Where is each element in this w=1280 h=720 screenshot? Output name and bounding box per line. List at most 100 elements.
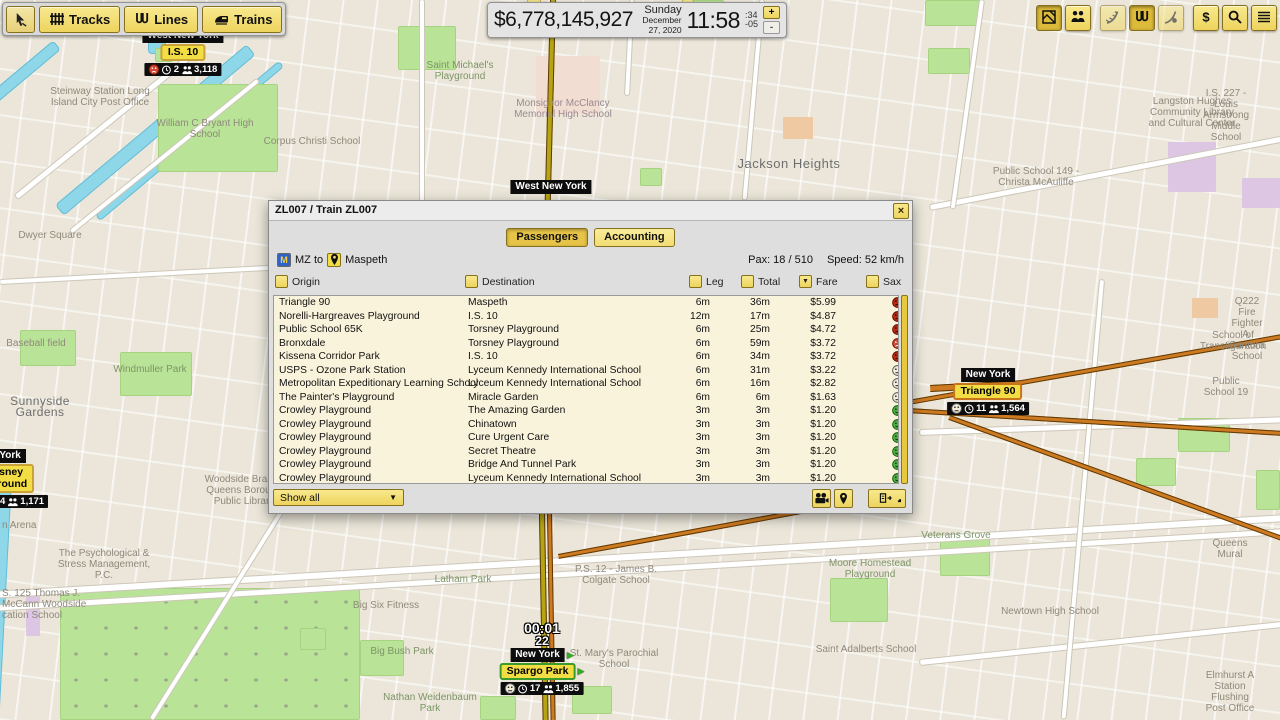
station-marker[interactable]: West New YorkI.S. 1023,118 (142, 29, 223, 76)
map-label: Moore Homestead Playground (829, 558, 911, 580)
station-name-tag[interactable]: I.S. 10 (161, 44, 205, 61)
map-label: Elmhurst A Station Flushing Post Office (1205, 670, 1255, 714)
lines-button[interactable]: Lines (124, 6, 198, 33)
tab-passengers[interactable]: Passengers (506, 228, 588, 247)
passenger-row[interactable]: Crowley PlaygroundChinatown3m3m$1.20 (274, 418, 898, 432)
passenger-row[interactable]: Public School 65KTorsney Playground6m25m… (274, 323, 898, 337)
signals-overlay-button[interactable] (1158, 5, 1184, 31)
map-label: Windmuller Park (113, 364, 186, 375)
dialog-title: ZL007 / Train ZL007 (269, 201, 912, 221)
clock-icon (518, 684, 528, 694)
table-scrollbar[interactable] (901, 295, 908, 484)
map-label: Dwyer Square (18, 230, 81, 241)
passenger-row[interactable]: Crowley PlaygroundLyceum Kennedy Interna… (274, 472, 898, 485)
station-name-tag[interactable]: rsney ground (0, 464, 34, 493)
map-label: Baseball field (6, 338, 65, 349)
map-style-button[interactable] (1036, 5, 1062, 31)
train-stats: Pax: 18 / 510 Speed: 52 km/h (748, 254, 904, 266)
trains-button[interactable]: Trains (202, 6, 282, 33)
tracks-button[interactable]: Tracks (39, 6, 120, 33)
lines-overlay-button[interactable] (1129, 5, 1155, 31)
main-toolbar: Tracks Lines Trains (2, 2, 286, 36)
column-sort-button[interactable] (465, 275, 478, 288)
map-pink (1168, 142, 1216, 192)
station-stats-badge: 171,855 (501, 682, 583, 695)
map-label: Public School 149 - Christa McAuliffe (993, 166, 1079, 188)
money-display: $6,778,145,927 (494, 8, 633, 32)
station-marker[interactable]: West New York (510, 180, 591, 194)
passenger-row[interactable]: Triangle 90Maspeth6m36m$5.99 (274, 296, 898, 310)
column-sort-button[interactable] (689, 275, 702, 288)
column-sort-button[interactable] (275, 275, 288, 288)
select-tool-button[interactable] (6, 6, 35, 33)
passengers-overlay-icon (1070, 9, 1086, 28)
passenger-row[interactable]: The Painter's PlaygroundMiracle Garden6m… (274, 391, 898, 405)
map-label: Queens Mural (1205, 538, 1255, 560)
passenger-row[interactable]: Kissena Corridor ParkI.S. 106m34m$3.72 (274, 350, 898, 364)
speed-down-button[interactable]: - (763, 21, 780, 34)
column-sort-button[interactable] (866, 275, 879, 288)
station-name-tag[interactable]: Triangle 90 (954, 383, 1023, 400)
station-city-tag: w York (0, 449, 26, 463)
map-label: The Psychological & Stress Management, P… (58, 548, 150, 581)
passenger-row[interactable]: Crowley PlaygroundSecret Theatre3m3m$1.2… (274, 445, 898, 459)
map-park (830, 578, 888, 622)
map-road (951, 0, 984, 209)
column-sort-button[interactable] (741, 275, 754, 288)
locate-button[interactable] (834, 489, 853, 508)
train-arrow-icon: ▶ (577, 666, 584, 677)
satisfaction-icon (149, 64, 160, 75)
camera-button[interactable] (812, 489, 831, 508)
station-marker[interactable]: w Yorkrsney ground41,171 (0, 449, 48, 508)
route-row: M MZ to Maspeth Pax: 18 / 510 Speed: 52 … (277, 252, 904, 267)
station-name-tag[interactable]: Spargo Park (500, 663, 576, 680)
menu-button[interactable] (1251, 5, 1277, 31)
column-header-fare: ▼Fare (799, 275, 838, 288)
map-park (640, 168, 662, 186)
filter-value: Show all (280, 492, 320, 504)
station-city-tag: New York (961, 368, 1016, 382)
map-road (1062, 280, 1104, 719)
tracks-icon (49, 11, 65, 27)
destination-pin-icon (327, 253, 341, 267)
finances-button[interactable]: $ (1193, 5, 1219, 31)
satisfaction-icon (951, 403, 962, 414)
map-tan (783, 117, 813, 139)
passenger-row[interactable]: USPS - Ozone Park StationLyceum Kennedy … (274, 364, 898, 378)
date-display: Sunday December 27, 2020 (638, 5, 682, 35)
date-label: December 27, 2020 (638, 15, 682, 35)
speed-up-button[interactable]: + (763, 6, 780, 19)
map-road (0, 264, 300, 284)
tracks-overlay-button[interactable] (1100, 5, 1126, 31)
passenger-row[interactable]: BronxdaleTorsney Playground6m59m$3.72 (274, 337, 898, 351)
map-pink (1242, 178, 1280, 208)
tracks-button-label: Tracks (69, 12, 110, 27)
follow-train-button[interactable] (868, 489, 906, 508)
passenger-row[interactable]: Crowley PlaygroundCure Urgent Care3m3m$1… (274, 431, 898, 445)
station-stats-badge: 111,564 (947, 402, 1029, 415)
passenger-row[interactable]: Crowley PlaygroundThe Amazing Garden3m3m… (274, 404, 898, 418)
station-marker[interactable]: New YorkTriangle 90 111,564 (947, 368, 1029, 415)
map-park (928, 48, 970, 74)
tab-accounting[interactable]: Accounting (594, 228, 675, 247)
map-label: Nathan Weidenbaum Park (383, 692, 477, 714)
follow-train-icon (873, 491, 901, 506)
map-label: P.S. 12 - James B. Colgate School (575, 564, 657, 586)
map-label: School of Transfiguration (1200, 330, 1266, 352)
search-button[interactable] (1222, 5, 1248, 31)
passenger-row[interactable]: Crowley PlaygroundBridge And Tunnel Park… (274, 458, 898, 472)
station-marker[interactable]: 00:0122New York▶Spargo Park▶171,855 (500, 622, 585, 695)
signals-overlay-icon (1163, 9, 1179, 28)
passenger-row[interactable]: Norelli-Hargreaves PlaygroundI.S. 1012m1… (274, 310, 898, 324)
column-sort-button[interactable]: ▼ (799, 275, 812, 288)
passenger-filter-select[interactable]: Show all ▼ (273, 489, 404, 506)
destination-label: Maspeth (345, 254, 387, 266)
station-city-tag: New York (510, 648, 565, 662)
passengers-overlay-button[interactable] (1065, 5, 1091, 31)
weekday-label: Sunday (638, 5, 682, 15)
pin-icon (328, 253, 341, 266)
passenger-row[interactable]: Metropolitan Expeditionary Learning Scho… (274, 377, 898, 391)
map-label: n Arena (2, 520, 36, 531)
close-button[interactable]: × (893, 203, 909, 219)
satisfaction-icon (892, 473, 899, 485)
